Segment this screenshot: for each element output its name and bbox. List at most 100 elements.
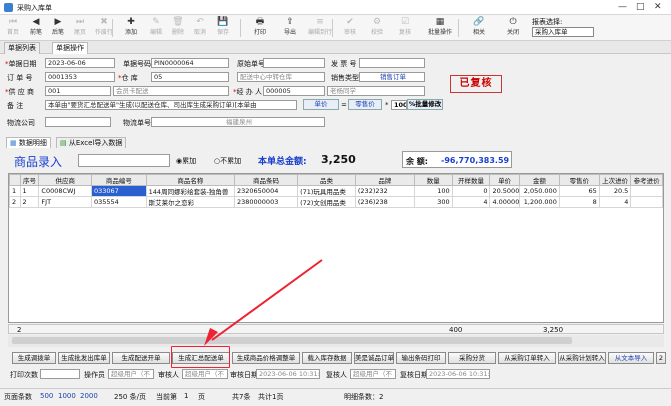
toolbar-button-1[interactable]: ◀ 前笔 xyxy=(26,17,46,39)
remark-input[interactable]: 本单由"要货汇总配送单"生成(以配送仓库、司出库生成采购订单)[本单由 xyxy=(45,100,297,110)
action-button-7[interactable]: 输出条码打印 xyxy=(396,352,446,364)
maximize-button[interactable]: □ xyxy=(636,2,645,12)
toolbar-button-17[interactable]: 🔗 相关 xyxy=(464,17,494,39)
grid-header-cell[interactable]: 开样数量 xyxy=(451,174,491,186)
table-cell[interactable]: 4 xyxy=(598,196,632,208)
table-cell[interactable]: 1 xyxy=(9,185,21,197)
grid-header-cell[interactable]: 金额 xyxy=(518,174,560,186)
action-button-5[interactable]: 载入库存数据 xyxy=(302,352,352,364)
grid-header-cell[interactable]: 供应商 xyxy=(38,174,92,186)
toolbar-button-2[interactable]: ▶ 后笔 xyxy=(48,17,68,39)
action-button-6[interactable]: 美是诚品订单 xyxy=(354,352,394,364)
toolbar-button-18[interactable]: ⏻ 关闭 xyxy=(500,17,526,39)
toolbar-button-7[interactable]: 🗑 删除 xyxy=(168,17,188,39)
table-cell[interactable]: 8 xyxy=(558,196,600,208)
action-button-12[interactable]: 2 xyxy=(656,352,666,364)
toolbar-button-11[interactable]: ⇪ 导出 xyxy=(278,17,302,39)
tab-bill-ops[interactable]: 单据操作 xyxy=(52,42,88,54)
grid-header-cell[interactable]: 上次进价 xyxy=(598,174,632,186)
toolbar-button-6[interactable]: ✎ 编辑 xyxy=(146,17,166,39)
grid-header-cell[interactable]: 商品编号 xyxy=(90,174,147,186)
table-cell[interactable]: C0008CWJ xyxy=(38,185,92,197)
page-size-1000[interactable]: 1000 xyxy=(58,392,76,400)
toolbar-button-3[interactable]: ⏭ 尾页 xyxy=(70,17,90,39)
table-cell[interactable]: 2320650004 xyxy=(233,185,299,197)
horizontal-scrollbar[interactable] xyxy=(8,335,664,347)
table-cell[interactable]: (71)玩具用品类 xyxy=(297,185,356,197)
handler-code-input[interactable]: 000005 xyxy=(263,86,325,96)
table-cell[interactable]: 1,200.000 xyxy=(518,196,560,208)
supplier-code-input[interactable]: 001 xyxy=(45,86,111,96)
toolbar-button-0[interactable]: ⏮ 首页 xyxy=(3,17,23,39)
table-cell[interactable]: (72)文创用品类 xyxy=(297,196,356,208)
table-cell[interactable]: 斯艾莱尔之恋彩 xyxy=(145,196,235,208)
bill-no-input[interactable]: PIN0000064 xyxy=(151,58,229,68)
toolbar-button-14[interactable]: ⚙ 校验 xyxy=(364,17,390,39)
toolbar-button-5[interactable]: ✚ 添加 xyxy=(118,17,144,39)
grid-header-cell[interactable]: 序号 xyxy=(19,174,40,186)
action-button-8[interactable]: 采购分货 xyxy=(448,352,496,364)
table-cell[interactable]: 2 xyxy=(9,196,21,208)
grid-header-cell[interactable]: 品牌 xyxy=(354,174,415,186)
action-button-11[interactable]: 从文本导入 xyxy=(608,352,654,364)
toolbar-button-13[interactable]: ✔ 审核 xyxy=(338,17,362,39)
table-cell[interactable]: 1 xyxy=(19,185,40,197)
action-button-10[interactable]: 从采购计划转入 xyxy=(558,352,606,364)
table-cell[interactable] xyxy=(630,196,663,208)
table-cell[interactable]: 0 xyxy=(451,185,491,197)
table-cell[interactable] xyxy=(630,185,663,197)
product-entry-input[interactable] xyxy=(78,154,170,167)
table-cell[interactable]: 20.5 xyxy=(598,185,632,197)
logistics-input[interactable] xyxy=(45,117,111,127)
table-cell[interactable]: 2 xyxy=(19,196,40,208)
current-page[interactable]: 1 xyxy=(184,392,188,400)
radio-no-accumulate[interactable]: ○不累加 xyxy=(214,156,241,166)
logistics-no-input[interactable]: 福建泉州 xyxy=(151,117,325,127)
table-cell[interactable]: (232)232 xyxy=(354,185,415,197)
orig-no-input[interactable] xyxy=(263,58,325,68)
grid-header-cell[interactable]: 单价 xyxy=(489,174,520,186)
report-select[interactable]: 采购入库单 xyxy=(532,27,594,37)
table-cell[interactable]: 65 xyxy=(558,185,600,197)
toolbar-button-9[interactable]: 💾 保存 xyxy=(212,17,234,39)
tab-excel-import[interactable]: ▤ 从Excel导入数据 xyxy=(56,137,127,148)
table-cell[interactable]: 033067 xyxy=(90,185,147,197)
table-row[interactable]: 1 1 C0008CWJ 033067 144周同娜彩绘套装-独角兽 2320650004… xyxy=(9,185,663,197)
table-cell[interactable]: 100 xyxy=(413,185,453,197)
page-size-2000[interactable]: 2000 xyxy=(80,392,98,400)
retail-price-button[interactable]: 零售价 xyxy=(348,99,382,110)
grid-header-cell[interactable]: 零售价 xyxy=(558,174,600,186)
grid-header-cell[interactable]: 商品条码 xyxy=(233,174,299,186)
toolbar-button-10[interactable]: 🖶 打印 xyxy=(246,17,274,39)
action-button-4[interactable]: 生成商品价格调整单 xyxy=(232,352,300,364)
percent-input[interactable]: 100 xyxy=(391,100,407,110)
table-cell[interactable]: FJT xyxy=(38,196,92,208)
page-size-500[interactable]: 500 xyxy=(40,392,53,400)
date-input[interactable]: 2023-06-06 xyxy=(45,58,115,68)
sales-type-select[interactable]: 销售订单 xyxy=(359,72,425,82)
order-input[interactable]: 0001353 xyxy=(45,72,115,82)
tab-data-detail[interactable]: ▦ 数据明细 xyxy=(6,137,51,148)
grid-header-cell[interactable]: 参考进价 xyxy=(630,174,663,186)
minimize-button[interactable]: — xyxy=(618,2,627,12)
grid-header-cell[interactable]: 数量 xyxy=(413,174,453,186)
tab-bill-list[interactable]: 单据列表 xyxy=(4,42,40,54)
table-cell[interactable]: (236)238 xyxy=(354,196,415,208)
table-cell[interactable]: 2,050.000 xyxy=(518,185,560,197)
action-button-2[interactable]: 生成配送开单 xyxy=(112,352,170,364)
toolbar-button-15[interactable]: ☑ 复核 xyxy=(392,17,418,39)
grid-header-cell[interactable] xyxy=(9,174,21,186)
table-cell[interactable]: 035554 xyxy=(90,196,147,208)
radio-accumulate[interactable]: ◉累加 xyxy=(176,156,196,166)
toolbar-button-8[interactable]: ↶ 取消 xyxy=(190,17,210,39)
table-cell[interactable]: 4 xyxy=(451,196,491,208)
table-cell[interactable]: 20.50000 xyxy=(489,185,520,197)
batch-modify-button[interactable]: %批量修改 xyxy=(407,99,443,110)
grid-header-cell[interactable]: 商品名称 xyxy=(145,174,235,186)
grid-header-cell[interactable]: 品类 xyxy=(297,174,356,186)
table-cell[interactable]: 4.000000 xyxy=(489,196,520,208)
table-cell[interactable]: 144周同娜彩绘套装-独角兽 xyxy=(145,185,235,197)
close-window-button[interactable]: ✕ xyxy=(654,2,662,12)
table-cell[interactable]: 2380000003 xyxy=(233,196,299,208)
invoice-input[interactable] xyxy=(359,58,425,68)
